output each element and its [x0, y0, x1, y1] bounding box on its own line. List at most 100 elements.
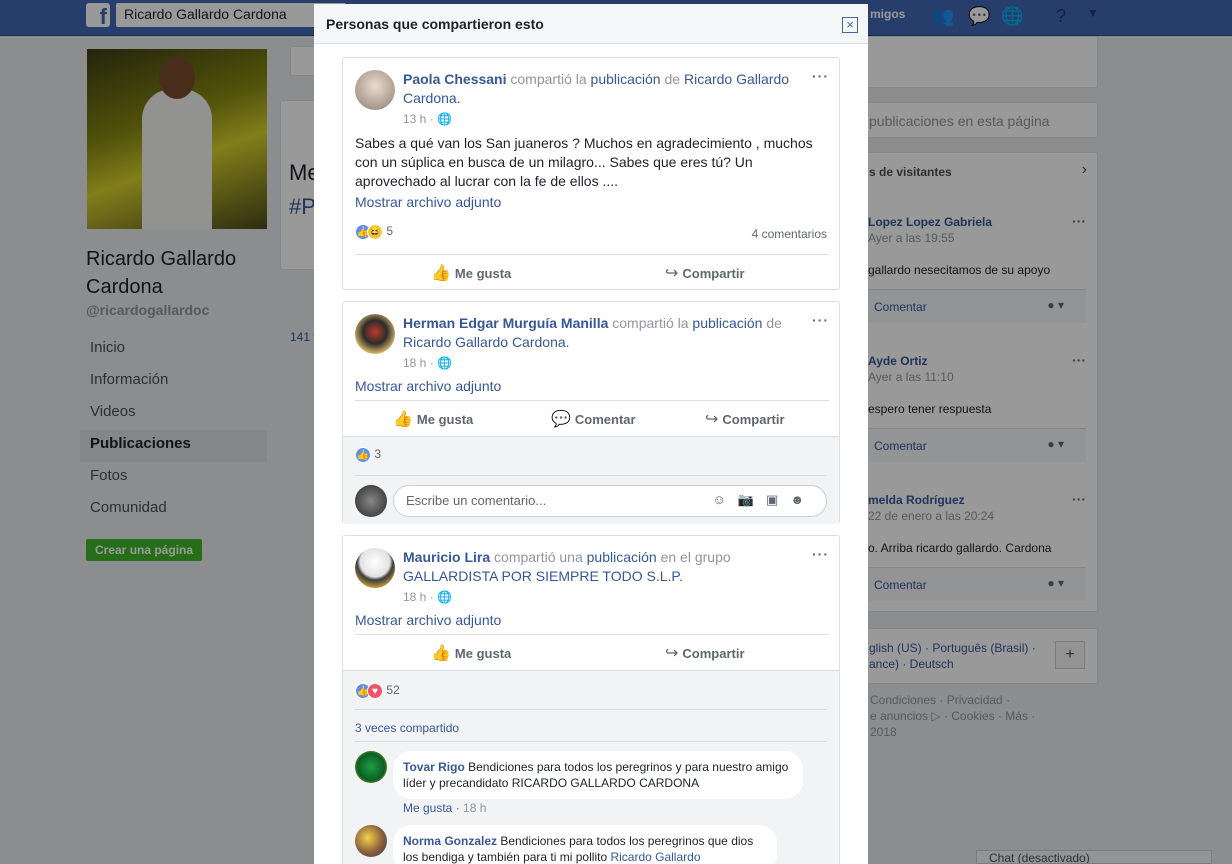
- show-attachment-link[interactable]: Mostrar archivo adjunto: [355, 194, 501, 210]
- comment-mention-link[interactable]: Ricardo Gallardo: [610, 850, 700, 864]
- shared-object-link[interactable]: publicación: [692, 315, 762, 331]
- share-button[interactable]: ↪ Compartir: [705, 409, 785, 429]
- dialog-title: Personas que compartieron esto: [326, 16, 544, 32]
- more-options-icon[interactable]: ···: [812, 546, 829, 562]
- reactions-summary[interactable]: 👍 3: [355, 447, 381, 463]
- divider: [355, 475, 827, 476]
- share-verb: compartió la: [506, 71, 591, 87]
- like-label: Me gusta: [416, 412, 474, 427]
- reactions-count: 3: [374, 447, 382, 462]
- camera-icon[interactable]: 📷: [738, 492, 766, 507]
- comment-bubble: Norma Gonzalez Bendiciones para todos lo…: [393, 825, 777, 864]
- share-button[interactable]: ↪ Compartir: [665, 263, 745, 283]
- divider: [355, 709, 827, 710]
- share-arrow-icon: ↪: [665, 645, 679, 662]
- thumbs-up-icon: 👍: [431, 645, 451, 662]
- comment-like-link[interactable]: Me gusta: [403, 801, 452, 815]
- love-reaction-icon: ♥: [367, 683, 383, 699]
- share-header: Herman Edgar Murguía Manilla compartió l…: [403, 314, 813, 352]
- show-attachment-link[interactable]: Mostrar archivo adjunto: [355, 612, 501, 628]
- shared-object-link[interactable]: publicación: [587, 549, 657, 565]
- share-item: Herman Edgar Murguía Manilla compartió l…: [342, 301, 840, 524]
- share-target-link[interactable]: Ricardo Gallardo Cardona.: [403, 334, 570, 350]
- avatar[interactable]: [355, 825, 387, 857]
- avatar[interactable]: [355, 70, 395, 110]
- comments-area: 👍 ♥ 52 3 veces compartido Tovar Rigo Bend…: [343, 670, 839, 864]
- comment-tools: ☺📷▣☻: [713, 492, 816, 508]
- shares-dialog: Personas que compartieron esto × Paola C…: [314, 4, 868, 864]
- sticker-icon[interactable]: ☻: [790, 492, 816, 507]
- sharer-name[interactable]: Paola Chessani: [403, 71, 507, 87]
- comment-button[interactable]: 💬 Comentar: [551, 409, 636, 429]
- share-item: Mauricio Lira compartió una publicación …: [342, 535, 840, 864]
- comment-input[interactable]: Escribe un comentario... ☺📷▣☻: [393, 485, 827, 517]
- share-text: Sabes a qué van los San juaneros ? Mucho…: [355, 135, 813, 189]
- emoji-icon[interactable]: ☺: [713, 492, 738, 507]
- share-prep: de: [762, 315, 782, 331]
- share-header: Paola Chessani compartió la publicación …: [403, 70, 813, 108]
- comment-actions: Me gusta · 18 h: [403, 801, 487, 815]
- share-label: Compartir: [722, 412, 785, 427]
- show-attachment-link[interactable]: Mostrar archivo adjunto: [355, 378, 501, 394]
- more-options-icon[interactable]: ···: [812, 312, 829, 328]
- like-button[interactable]: 👍 Me gusta: [393, 409, 473, 429]
- share-meta: 18 h · 🌐: [403, 356, 452, 370]
- comments-count[interactable]: 4 comentarios: [752, 227, 827, 241]
- commenter-name[interactable]: Norma Gonzalez: [403, 834, 497, 848]
- commenter-name[interactable]: Tovar Rigo: [403, 760, 465, 774]
- comment-time[interactable]: 18 h: [463, 801, 486, 815]
- like-label: Me gusta: [454, 646, 512, 661]
- public-globe-icon: 🌐: [437, 356, 452, 370]
- share-label: Compartir: [682, 266, 745, 281]
- share-meta: 18 h · 🌐: [403, 590, 452, 604]
- shared-times-link[interactable]: 3 veces compartido: [355, 721, 459, 735]
- comment-bubble: Tovar Rigo Bendiciones para todos los pe…: [393, 751, 803, 799]
- share-meta: 13 h · 🌐: [403, 112, 452, 126]
- share-verb: compartió una: [490, 549, 587, 565]
- action-bar: 👍 Me gusta ↪ Compartir: [355, 634, 829, 670]
- share-header: Mauricio Lira compartió una publicación …: [403, 548, 813, 586]
- like-button[interactable]: 👍 Me gusta: [431, 643, 511, 663]
- comments-area: 👍 3 Escribe un comentario... ☺📷▣☻: [343, 436, 839, 524]
- reactions-count: 52: [386, 683, 400, 698]
- divider: [355, 741, 827, 742]
- like-reaction-icon: 👍: [355, 447, 371, 463]
- like-button[interactable]: 👍 Me gusta: [431, 263, 511, 283]
- more-options-icon[interactable]: ···: [812, 68, 829, 84]
- sharer-name[interactable]: Herman Edgar Murguía Manilla: [403, 315, 608, 331]
- haha-reaction-icon: 😆: [367, 224, 383, 240]
- public-globe-icon: 🌐: [437, 590, 452, 604]
- close-icon[interactable]: ×: [842, 17, 858, 33]
- share-arrow-icon: ↪: [705, 411, 719, 428]
- reactions-summary[interactable]: 👍😆 5: [355, 224, 393, 240]
- comment-placeholder: Escribe un comentario...: [406, 493, 547, 508]
- share-time[interactable]: 18 h: [403, 356, 426, 370]
- share-time[interactable]: 18 h: [403, 590, 426, 604]
- share-prep: de: [660, 71, 684, 87]
- reactions-summary[interactable]: 👍 ♥ 52: [355, 683, 400, 699]
- share-button[interactable]: ↪ Compartir: [665, 643, 745, 663]
- gif-icon[interactable]: ▣: [766, 492, 790, 507]
- share-target-link[interactable]: GALLARDISTA POR SIEMPRE TODO S.L.P.: [403, 568, 683, 584]
- share-verb: compartió la: [608, 315, 693, 331]
- thumbs-up-icon: 👍: [431, 265, 451, 282]
- reactions-count: 5: [386, 224, 394, 239]
- avatar[interactable]: [355, 548, 395, 588]
- share-item: Paola Chessani compartió la publicación …: [342, 57, 840, 290]
- avatar[interactable]: [355, 751, 387, 783]
- share-label: Compartir: [682, 646, 745, 661]
- dialog-header: Personas que compartieron esto ×: [314, 4, 868, 44]
- shared-object-link[interactable]: publicación: [591, 71, 661, 87]
- like-label: Me gusta: [454, 266, 512, 281]
- share-time[interactable]: 13 h: [403, 112, 426, 126]
- share-arrow-icon: ↪: [665, 265, 679, 282]
- action-bar: 👍 Me gusta 💬 Comentar ↪ Compartir: [355, 400, 829, 436]
- comment-label: Comentar: [574, 412, 636, 427]
- share-prep: en el grupo: [656, 549, 731, 565]
- thumbs-up-icon: 👍: [393, 411, 413, 428]
- public-globe-icon: 🌐: [437, 112, 452, 126]
- action-bar: 👍 Me gusta ↪ Compartir: [355, 254, 829, 290]
- sharer-name[interactable]: Mauricio Lira: [403, 549, 490, 565]
- avatar[interactable]: [355, 314, 395, 354]
- avatar: [355, 485, 387, 517]
